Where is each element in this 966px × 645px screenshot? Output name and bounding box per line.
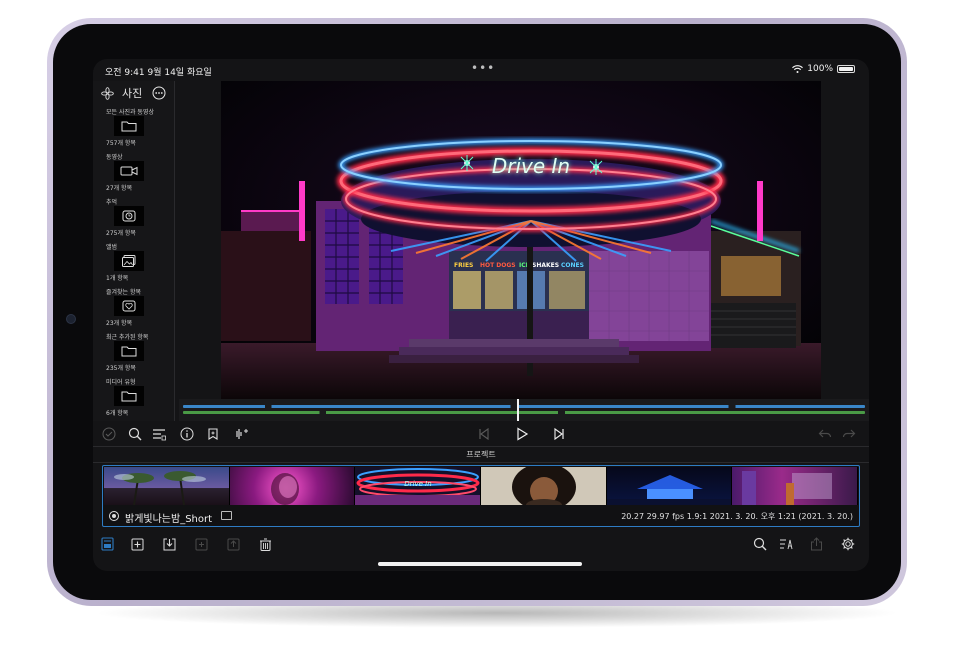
trash-icon[interactable] (258, 537, 272, 551)
bottom-toolbar (93, 535, 869, 555)
sidebar-item-label: 최근 추가된 항목 (106, 334, 149, 341)
timeline-scrubber[interactable] (179, 399, 869, 421)
timeline-track-green (183, 411, 865, 414)
sidebar-title: 사진 (122, 87, 143, 100)
play-icon[interactable] (514, 426, 530, 442)
timeline-track-blue (183, 405, 865, 408)
photos-flower-icon[interactable] (101, 86, 114, 100)
drive-in-frame: FRIES HOT DOGS ICE SHAKES CONES Drive In… (221, 81, 821, 399)
sidebar-item-count: 757개 항목 (106, 140, 136, 147)
project-card[interactable]: Drive In 밝게빛나는밤_Short 20.27 29.97 fps 1.… (102, 465, 860, 527)
window-sign-fries: FRIES (454, 262, 473, 269)
sidebar-item-label: 미디어 유형 (106, 379, 136, 386)
sidebar-item-favorites[interactable]: 즐겨찾는 항목 23개 항목 (106, 285, 174, 330)
sidebar-item-count: 235개 항목 (106, 365, 136, 372)
album-icon (114, 251, 144, 271)
settings-gear-icon[interactable] (841, 537, 855, 551)
sidebar-item-albums[interactable]: 앨범 1개 항목 (106, 240, 174, 285)
photos-sidebar: 사진 모든 사진과 동영상 757개 항목 동영상 27개 항목 추억 275개… (93, 81, 175, 421)
sidebar-item-count: 27개 항목 (106, 185, 133, 192)
thumbnail-drive-in: Drive In (355, 467, 482, 505)
checkmark-icon[interactable] (101, 426, 117, 442)
multitasking-dots[interactable]: ••• (471, 61, 495, 75)
home-indicator[interactable] (378, 562, 582, 566)
project-name: 밝게빛나는밤_Short (125, 514, 213, 525)
neon-sign: Drive In (492, 154, 570, 178)
sidebar-item-count: 6개 항목 (106, 410, 129, 417)
import-icon[interactable] (162, 537, 176, 551)
sidebar-item-label: 앨범 (106, 244, 118, 251)
battery-percent: 100% (807, 64, 833, 74)
sidebar-item-label: 동영상 (106, 154, 123, 161)
playback-controls (93, 421, 869, 447)
front-camera (66, 314, 76, 324)
search-icon[interactable] (127, 426, 143, 442)
duplicate-icon[interactable] (194, 537, 208, 551)
sidebar-item-all-photos[interactable]: 모든 사진과 동영상 757개 항목 (106, 105, 174, 150)
project-select-radio[interactable] (109, 511, 119, 521)
wifi-icon (792, 65, 804, 73)
filter-list-icon[interactable] (151, 426, 167, 442)
status-time-date: 오전 9:41 9월 14일 화요일 (105, 68, 212, 78)
thumbnail-portrait-pink (229, 467, 356, 505)
project-meta: 20.27 29.97 fps 1.9:1 2021. 3. 20. 오후 1:… (621, 512, 853, 521)
window-sign-hotdogs: HOT DOGS (480, 262, 516, 269)
thumbnail-palm-trees (104, 467, 230, 505)
sidebar-item-memories[interactable]: 추억 275개 항목 (106, 195, 174, 240)
sidebar-item-label: 즐겨찾는 항목 (106, 289, 142, 296)
window-sign-shakes: SHAKES (532, 262, 559, 269)
thumbnail-pink-facade (732, 467, 858, 505)
video-viewer[interactable]: FRIES HOT DOGS ICE SHAKES CONES Drive In… (221, 81, 821, 399)
status-right: 100% (792, 64, 855, 74)
folder-icon (114, 386, 144, 406)
project-filmstrip: Drive In (104, 467, 858, 505)
sidebar-item-recently-added[interactable]: 최근 추가된 항목 235개 항목 (106, 330, 174, 375)
export-icon[interactable] (226, 537, 240, 551)
project-note-icon[interactable] (221, 511, 232, 520)
memories-icon (114, 206, 144, 226)
device-bezel: 오전 9:41 9월 14일 화요일 ••• 100% 사진 모든 사진과 동영… (53, 24, 901, 600)
project-info-row: 밝게빛나는밤_Short 20.27 29.97 fps 1.9:1 2021.… (103, 506, 859, 526)
app-screen: 오전 9:41 9월 14일 화요일 ••• 100% 사진 모든 사진과 동영… (93, 59, 869, 571)
thumbnail-blue-building (606, 467, 733, 505)
next-frame-icon[interactable] (551, 426, 567, 442)
playhead[interactable] (517, 399, 519, 421)
audio-add-icon[interactable] (233, 426, 249, 442)
folder-icon (114, 116, 144, 136)
folder-icon (114, 341, 144, 361)
sidebar-item-count: 23개 항목 (106, 320, 133, 327)
sidebar-item-count: 275개 항목 (106, 230, 136, 237)
sidebar-list: 모든 사진과 동영상 757개 항목 동영상 27개 항목 추억 275개 항목 (93, 105, 174, 420)
sort-icon[interactable] (779, 537, 793, 551)
sidebar-item-label: 추억 (106, 199, 118, 206)
redo-icon[interactable] (841, 426, 857, 442)
share-icon[interactable] (809, 537, 823, 551)
sidebar-header: 사진 (93, 81, 174, 105)
thumbnail-sign: Drive In (405, 480, 432, 488)
sidebar-item-media-types[interactable]: 미디어 유형 6개 항목 (106, 375, 174, 420)
project-library-icon[interactable] (100, 537, 114, 551)
heart-icon (114, 296, 144, 316)
sidebar-item-label: 모든 사진과 동영상 (106, 109, 154, 116)
search-projects-icon[interactable] (753, 537, 767, 551)
previous-frame-icon[interactable] (476, 426, 492, 442)
battery-icon (837, 65, 855, 73)
sidebar-item-videos[interactable]: 동영상 27개 항목 (106, 150, 174, 195)
undo-icon[interactable] (817, 426, 833, 442)
window-sign-cones: CONES (561, 262, 584, 269)
ipad-device: 오전 9:41 9월 14일 화요일 ••• 100% 사진 모든 사진과 동영… (47, 18, 907, 606)
video-camera-icon (114, 161, 144, 181)
project-section-label: 프로젝트 (93, 447, 869, 463)
thumbnail-portrait-afro (481, 467, 607, 505)
new-project-icon[interactable] (130, 537, 144, 551)
sidebar-item-count: 1개 항목 (106, 275, 129, 282)
more-options-icon[interactable] (152, 86, 166, 100)
bookmark-icon[interactable] (205, 426, 221, 442)
info-icon[interactable] (179, 426, 195, 442)
status-bar: 오전 9:41 9월 14일 화요일 ••• 100% (93, 59, 869, 81)
